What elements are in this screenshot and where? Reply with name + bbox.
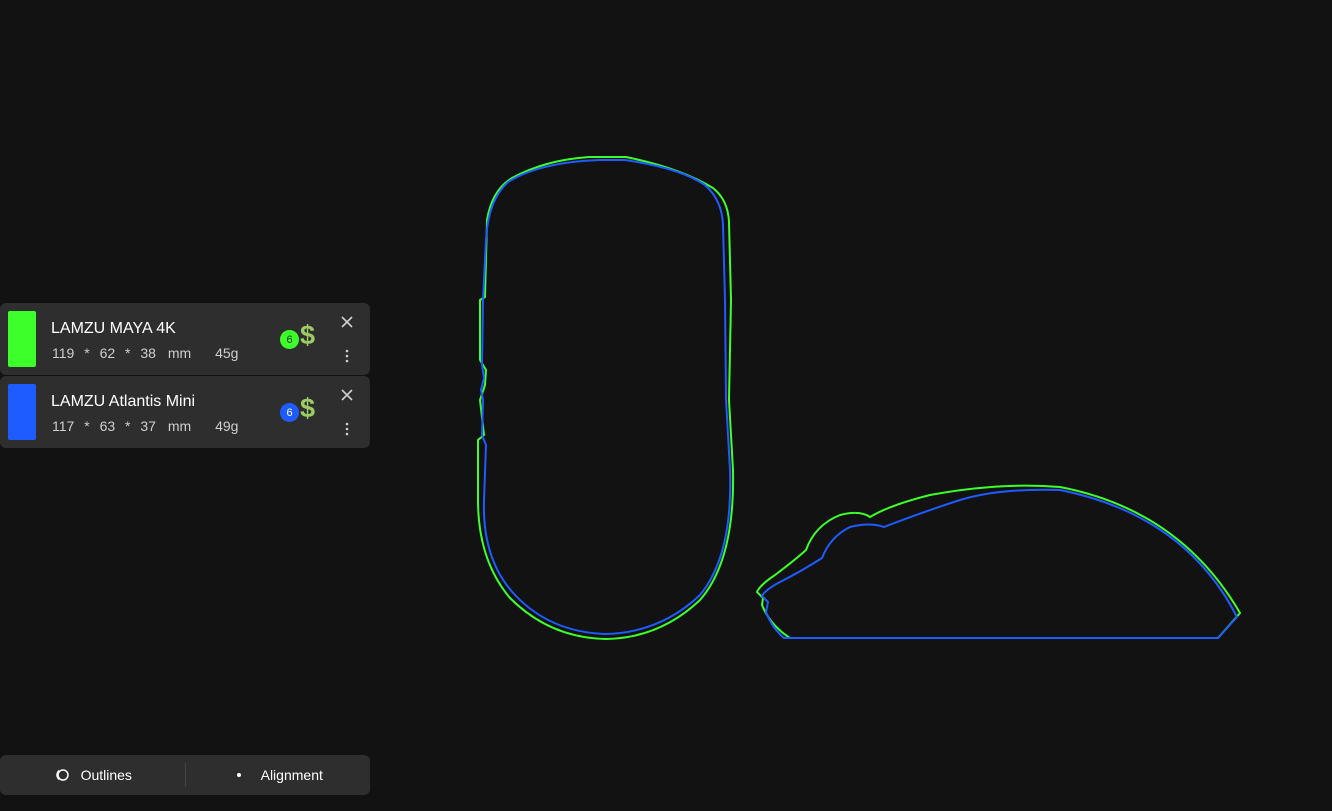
mouse-specs: 119 * 62 * 38 mm 45g xyxy=(52,345,238,361)
alignment-icon xyxy=(236,773,241,777)
alignment-button[interactable]: Alignment xyxy=(186,755,371,795)
more-vertical-icon[interactable] xyxy=(344,422,350,436)
side-view-outline-atlantis xyxy=(760,488,1239,639)
outlines-icon xyxy=(55,769,69,781)
spec-length: 119 xyxy=(52,345,75,361)
spec-unit: mm xyxy=(167,345,192,361)
color-swatch[interactable] xyxy=(8,311,36,367)
count-badge: 6 xyxy=(280,403,299,422)
app-root: LAMZU MAYA 4K 119 * 62 * 38 mm 45g 6 $ L… xyxy=(0,0,1332,811)
mouse-specs: 117 * 63 * 37 mm 49g xyxy=(52,418,238,434)
outlines-label: Outlines xyxy=(80,767,132,783)
spec-unit: mm xyxy=(167,418,192,434)
spec-width: 63 xyxy=(99,418,116,434)
close-icon[interactable] xyxy=(340,315,354,329)
spec-width: 62 xyxy=(99,345,116,361)
spec-weight: 49g xyxy=(215,418,239,434)
close-icon[interactable] xyxy=(340,388,354,402)
count-badge: 6 xyxy=(280,330,299,349)
price-icon: $ xyxy=(300,393,316,423)
spec-height: 38 xyxy=(140,345,156,361)
price-icon: $ xyxy=(300,320,316,350)
spec-separator: * xyxy=(125,418,131,434)
side-view-outline-maya xyxy=(755,484,1242,639)
spec-separator: * xyxy=(84,345,90,361)
mouse-card-atlantis[interactable]: LAMZU Atlantis Mini 117 * 63 * 37 mm 49g… xyxy=(0,376,370,448)
mouse-card-maya[interactable]: LAMZU MAYA 4K 119 * 62 * 38 mm 45g 6 $ xyxy=(0,303,370,375)
outlines-button[interactable]: Outlines xyxy=(0,755,185,795)
view-toolbar: Outlines Alignment xyxy=(0,755,370,795)
top-view-outline-maya xyxy=(477,156,735,641)
alignment-label: Alignment xyxy=(260,767,323,783)
spec-separator: * xyxy=(84,418,90,434)
spec-separator: * xyxy=(125,345,131,361)
spec-weight: 45g xyxy=(215,345,239,361)
top-view-outline-atlantis xyxy=(479,159,732,636)
mouse-name: LAMZU Atlantis Mini xyxy=(51,393,196,410)
mouse-name: LAMZU MAYA 4K xyxy=(51,320,176,337)
mouse-list: LAMZU MAYA 4K 119 * 62 * 38 mm 45g 6 $ L… xyxy=(0,303,370,449)
more-vertical-icon[interactable] xyxy=(344,349,350,363)
color-swatch[interactable] xyxy=(8,384,36,440)
spec-length: 117 xyxy=(52,418,75,434)
spec-height: 37 xyxy=(140,418,156,434)
